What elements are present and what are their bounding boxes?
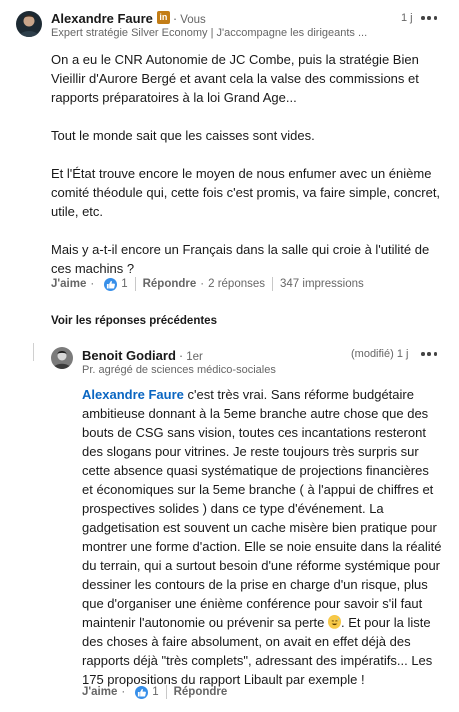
impressions-count: 347 impressions: [280, 278, 364, 290]
comment-body: On a eu le CNR Autonomie de JC Combe, pu…: [51, 50, 441, 278]
comment-paragraph: On a eu le CNR Autonomie de JC Combe, pu…: [51, 52, 419, 105]
comment-actions: J'aime · 1 Répondre · 2 réponses 347 imp…: [51, 277, 364, 291]
separator-dot: ·: [172, 11, 178, 26]
reply-body: Alexandre Faure c'est très vrai. Sans ré…: [82, 385, 442, 689]
reply-actions: J'aime · 1 Répondre: [82, 685, 227, 699]
reply-text: c'est très vrai. Sans réforme budgétaire…: [82, 387, 442, 630]
comment-paragraph: Et l'État trouve encore le moyen de nous…: [51, 166, 441, 219]
separator: [272, 277, 274, 291]
separator: [134, 277, 136, 291]
sweat-smile-emoji-icon: [328, 615, 342, 629]
reply-author-line: Benoit Godiard · 1er: [82, 348, 203, 363]
ellipsis-icon: [421, 352, 425, 356]
comment-time: 1 j: [401, 12, 413, 24]
comment-author-headline: Expert stratégie Silver Economy | J'acco…: [51, 27, 368, 39]
reply-more-button[interactable]: [419, 346, 439, 362]
like-button[interactable]: J'aime: [51, 278, 86, 290]
alexandre-faure-avatar[interactable]: [16, 11, 42, 37]
like-count: 1: [121, 278, 128, 290]
reply-author-name[interactable]: Benoit Godiard: [82, 348, 176, 363]
thumbs-up-icon[interactable]: [135, 685, 149, 699]
comment-author-name[interactable]: Alexandre Faure: [51, 11, 153, 26]
separator-dot: ·: [90, 278, 95, 290]
reply-author-headline: Pr. agrégé de sciences médico-sociales: [82, 364, 276, 376]
comment-more-button[interactable]: [419, 10, 439, 26]
reply-edited-label: (modifié) 1 j: [351, 348, 409, 360]
thread-line: [33, 343, 34, 361]
reply-like-button[interactable]: J'aime: [82, 686, 117, 698]
thumbs-up-icon[interactable]: [104, 277, 118, 291]
mention-alexandre-faure[interactable]: Alexandre Faure: [82, 387, 184, 402]
reply-author-degree: 1er: [186, 351, 203, 363]
comment-paragraph: Tout le monde sait que les caisses sont …: [51, 128, 315, 143]
separator-dot: ·: [121, 686, 126, 698]
reply-time: 1 j: [396, 348, 409, 360]
reply-reply-button[interactable]: Répondre: [174, 686, 228, 698]
ellipsis-icon: [421, 16, 425, 20]
comment-paragraph: Mais y a-t-il encore un Français dans la…: [51, 242, 430, 276]
reply-like-count: 1: [152, 686, 159, 698]
benoit-godiard-avatar[interactable]: [51, 347, 73, 369]
reply-button[interactable]: Répondre: [143, 278, 197, 290]
replies-count[interactable]: 2 réponses: [208, 278, 265, 290]
comment-author-relation: Vous: [180, 14, 206, 26]
previous-replies-link[interactable]: Voir les réponses précédentes: [51, 315, 217, 327]
linkedin-badge-icon: in: [156, 11, 170, 24]
separator-dot: ·: [178, 348, 184, 363]
comment-author-line: Alexandre Faure in · Vous: [51, 11, 206, 26]
separator-dot: ·: [200, 278, 205, 290]
separator: [165, 685, 167, 699]
